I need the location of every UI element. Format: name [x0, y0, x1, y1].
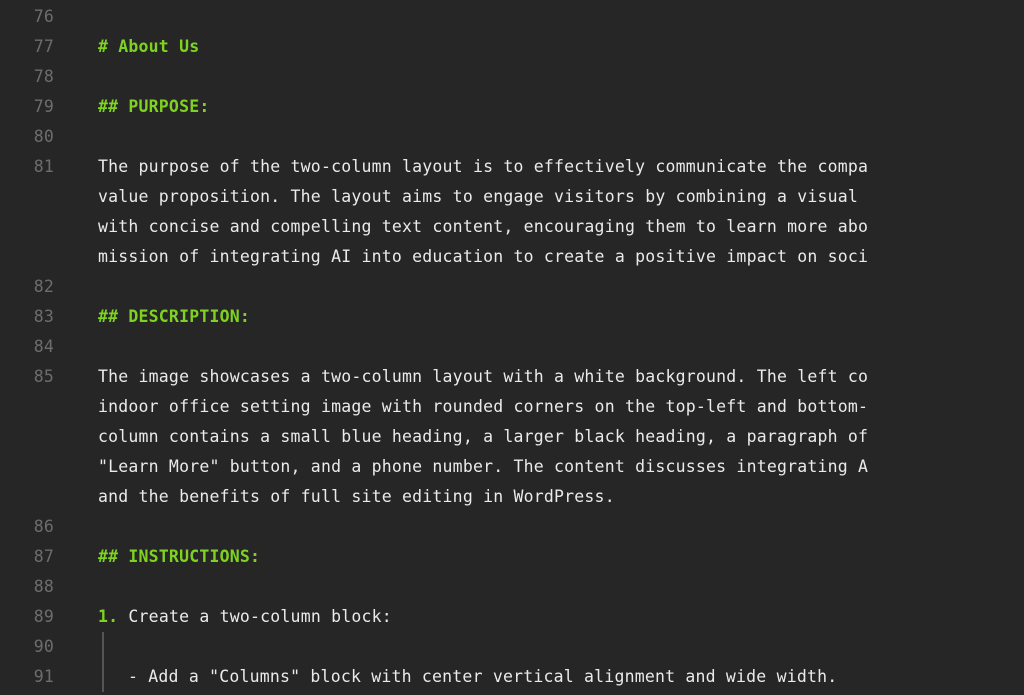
- ordered-list-item[interactable]: 1. Create a two-column block:: [98, 602, 1024, 632]
- list-text: Add a "Columns" block with center vertic…: [148, 667, 837, 686]
- code-line[interactable]: [98, 512, 1024, 542]
- heading-text: # About Us: [98, 37, 199, 56]
- code-line[interactable]: [98, 122, 1024, 152]
- line-number: 83: [0, 302, 54, 332]
- line-number: 76: [0, 2, 54, 32]
- line-number: 87: [0, 542, 54, 572]
- text: mission of integrating AI into education…: [98, 247, 868, 266]
- bullet: -: [128, 667, 148, 686]
- markdown-h2-instructions[interactable]: ## INSTRUCTIONS:: [98, 542, 1024, 572]
- markdown-h2-purpose[interactable]: ## PURPOSE:: [98, 92, 1024, 122]
- code-editor[interactable]: 76 77 78 79 80 81 82 83 84 85 86 87 88 8…: [0, 0, 1024, 695]
- line-number: [0, 212, 54, 242]
- heading-text: ## DESCRIPTION:: [98, 307, 250, 326]
- line-number: [0, 482, 54, 512]
- list-number: 1.: [98, 607, 118, 626]
- unordered-list-item[interactable]: - Add a "Columns" block with center vert…: [98, 662, 1024, 692]
- text: The purpose of the two-column layout is …: [98, 157, 868, 176]
- line-number: [0, 452, 54, 482]
- paragraph-wrap[interactable]: and the benefits of full site editing in…: [98, 482, 1024, 512]
- text: The image showcases a two-column layout …: [98, 367, 868, 386]
- editor-content[interactable]: # About Us ## PURPOSE: The purpose of th…: [72, 0, 1024, 695]
- code-line[interactable]: [98, 2, 1024, 32]
- line-number: 89: [0, 602, 54, 632]
- line-number: 84: [0, 332, 54, 362]
- line-number: 80: [0, 122, 54, 152]
- line-number: 78: [0, 62, 54, 92]
- block-indent-bar: - Add a "Columns" block with center vert…: [102, 662, 837, 692]
- line-number: 82: [0, 272, 54, 302]
- line-number: 79: [0, 92, 54, 122]
- code-line[interactable]: [98, 632, 1024, 662]
- line-number: 91: [0, 662, 54, 692]
- line-number: 85: [0, 362, 54, 392]
- line-number: [0, 242, 54, 272]
- line-number: [0, 392, 54, 422]
- line-number: [0, 422, 54, 452]
- markdown-h1[interactable]: # About Us: [98, 32, 1024, 62]
- text: indoor office setting image with rounded…: [98, 397, 868, 416]
- text: with concise and compelling text content…: [98, 217, 868, 236]
- paragraph-line[interactable]: The image showcases a two-column layout …: [98, 362, 1024, 392]
- code-line[interactable]: [98, 572, 1024, 602]
- markdown-h2-description[interactable]: ## DESCRIPTION:: [98, 302, 1024, 332]
- text: "Learn More" button, and a phone number.…: [98, 457, 868, 476]
- text: column contains a small blue heading, a …: [98, 427, 868, 446]
- paragraph-wrap[interactable]: column contains a small blue heading, a …: [98, 422, 1024, 452]
- code-line[interactable]: [98, 332, 1024, 362]
- line-number: [0, 182, 54, 212]
- line-number-gutter: 76 77 78 79 80 81 82 83 84 85 86 87 88 8…: [0, 0, 72, 695]
- list-text: Create a two-column block:: [118, 607, 392, 626]
- paragraph-wrap[interactable]: mission of integrating AI into education…: [98, 242, 1024, 272]
- paragraph-wrap[interactable]: with concise and compelling text content…: [98, 212, 1024, 242]
- code-line[interactable]: [98, 62, 1024, 92]
- text: value proposition. The layout aims to en…: [98, 187, 858, 206]
- paragraph-wrap[interactable]: value proposition. The layout aims to en…: [98, 182, 1024, 212]
- line-number: 77: [0, 32, 54, 62]
- paragraph-wrap[interactable]: indoor office setting image with rounded…: [98, 392, 1024, 422]
- line-number: 88: [0, 572, 54, 602]
- heading-text: ## INSTRUCTIONS:: [98, 547, 260, 566]
- text: and the benefits of full site editing in…: [98, 487, 615, 506]
- line-number: 81: [0, 152, 54, 182]
- heading-text: ## PURPOSE:: [98, 97, 209, 116]
- line-number: 90: [0, 632, 54, 662]
- line-number: 86: [0, 512, 54, 542]
- code-line[interactable]: [98, 272, 1024, 302]
- block-indent-bar: [102, 632, 128, 662]
- paragraph-wrap[interactable]: "Learn More" button, and a phone number.…: [98, 452, 1024, 482]
- paragraph-line[interactable]: The purpose of the two-column layout is …: [98, 152, 1024, 182]
